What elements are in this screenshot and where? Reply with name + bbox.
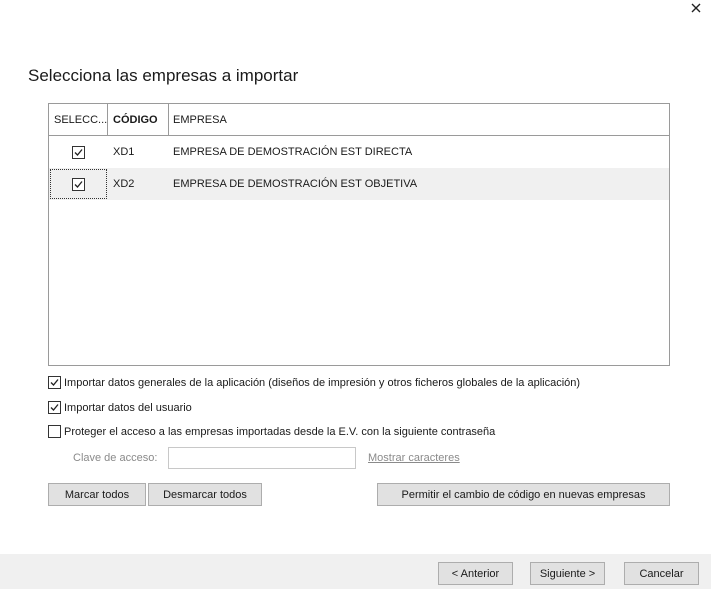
option-import-general-data[interactable]: Importar datos generales de la aplicació… bbox=[48, 376, 580, 389]
cancel-button[interactable]: Cancelar bbox=[624, 562, 699, 585]
companies-grid: SELECC... CÓDIGO EMPRESA XD1 EMPRESA DE … bbox=[48, 103, 670, 366]
row-checkbox[interactable] bbox=[72, 177, 85, 191]
row-company: EMPRESA DE DEMOSTRACIÓN EST DIRECTA bbox=[173, 146, 413, 158]
previous-button[interactable]: < Anterior bbox=[438, 562, 513, 585]
row-code: XD2 bbox=[113, 178, 135, 190]
option-import-user-data[interactable]: Importar datos del usuario bbox=[48, 401, 192, 414]
import-companies-dialog: Selecciona las empresas a importar SELEC… bbox=[0, 0, 711, 589]
show-characters-link[interactable]: Mostrar caracteres bbox=[368, 452, 460, 464]
table-row[interactable]: XD2 EMPRESA DE DEMOSTRACIÓN EST OBJETIVA bbox=[49, 168, 669, 200]
import-user-checkbox[interactable] bbox=[48, 401, 61, 414]
checkmark-icon bbox=[74, 180, 83, 188]
close-icon bbox=[691, 3, 701, 16]
checkmark-icon bbox=[74, 148, 83, 156]
protect-access-label: Proteger el acceso a las empresas import… bbox=[64, 425, 496, 438]
close-button[interactable] bbox=[681, 0, 711, 18]
allow-code-change-button[interactable]: Permitir el cambio de código en nuevas e… bbox=[377, 483, 670, 506]
dialog-title: Selecciona las empresas a importar bbox=[28, 66, 299, 85]
grid-header: SELECC... CÓDIGO EMPRESA bbox=[49, 104, 669, 136]
option-protect-access[interactable]: Proteger el acceso a las empresas import… bbox=[48, 425, 495, 438]
next-button[interactable]: Siguiente > bbox=[530, 562, 605, 585]
password-input[interactable] bbox=[168, 447, 356, 469]
row-select-cell[interactable] bbox=[49, 136, 108, 168]
row-select-cell[interactable] bbox=[49, 168, 108, 200]
column-header-company[interactable]: EMPRESA bbox=[169, 104, 669, 135]
checkmark-icon bbox=[50, 404, 59, 411]
unmark-all-button[interactable]: Desmarcar todos bbox=[148, 483, 262, 506]
column-header-select[interactable]: SELECC... bbox=[49, 104, 108, 135]
import-general-label: Importar datos generales de la aplicació… bbox=[64, 376, 581, 389]
import-general-checkbox[interactable] bbox=[48, 376, 61, 389]
row-checkbox[interactable] bbox=[72, 145, 85, 159]
password-row: Clave de acceso: Mostrar caracteres bbox=[73, 447, 460, 469]
protect-access-checkbox[interactable] bbox=[48, 425, 61, 438]
table-row[interactable]: XD1 EMPRESA DE DEMOSTRACIÓN EST DIRECTA bbox=[49, 136, 669, 168]
checkmark-icon bbox=[50, 379, 59, 386]
password-label: Clave de acceso: bbox=[73, 452, 158, 464]
import-user-label: Importar datos del usuario bbox=[64, 401, 192, 414]
column-header-code[interactable]: CÓDIGO bbox=[108, 104, 169, 135]
row-company: EMPRESA DE DEMOSTRACIÓN EST OBJETIVA bbox=[173, 178, 418, 190]
mark-all-button[interactable]: Marcar todos bbox=[48, 483, 146, 506]
row-code: XD1 bbox=[113, 146, 135, 158]
